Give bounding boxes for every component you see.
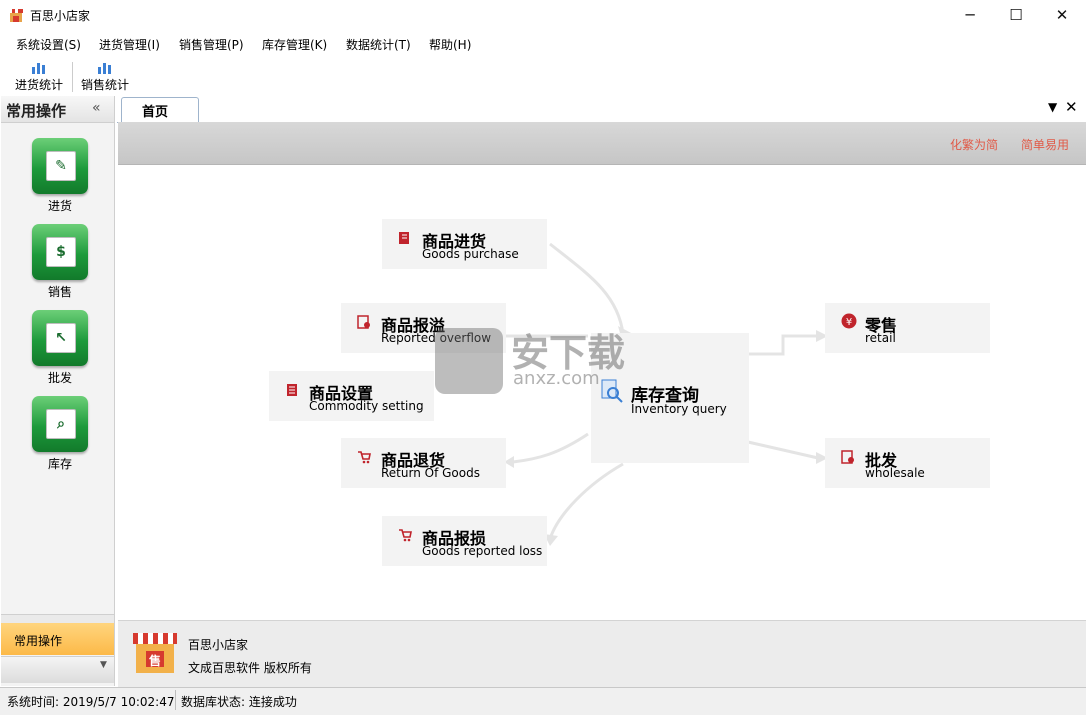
commodity-list-icon <box>287 384 297 396</box>
wholesale-shortcut-button[interactable]: ↖ <box>32 310 88 366</box>
status-system-time: 系统时间: 2019/5/7 10:02:47 <box>7 695 175 709</box>
menu-bar <box>0 31 1086 56</box>
bar-chart-icon <box>32 63 45 74</box>
store-logo-text: 售 <box>148 654 161 668</box>
close-window-button[interactable]: ✕ <box>1039 0 1085 31</box>
menu-data-statistics[interactable]: 数据统计(T) <box>346 36 411 53</box>
footer-app-name: 百思小店家 <box>188 638 249 652</box>
overflow-report-icon <box>357 315 370 329</box>
slogan-banner <box>118 122 1086 165</box>
purchase-stats-label: 进货统计 <box>14 78 63 92</box>
chevron-down-icon[interactable]: ▼ <box>100 660 107 670</box>
bar-chart-icon <box>98 63 111 74</box>
store-app-icon <box>9 9 23 22</box>
card-subtitle: Inventory query <box>631 402 727 416</box>
purchase-shortcut-button[interactable]: ✎ <box>32 138 88 194</box>
wholesale-card[interactable]: 批发 wholesale <box>825 438 990 488</box>
card-subtitle: Goods purchase <box>422 247 519 261</box>
sidebar-item-label[interactable]: 批发 <box>32 369 88 386</box>
yen-coin-icon: ¥ <box>841 313 857 329</box>
status-database: 数据库状态: 连接成功 <box>181 695 297 709</box>
card-subtitle: Commodity setting <box>309 399 424 413</box>
return-of-goods-card[interactable]: 商品退货 Return Of Goods <box>341 438 506 488</box>
goods-reported-loss-card[interactable]: 商品报损 Goods reported loss <box>382 516 547 566</box>
commodity-setting-card[interactable]: 商品设置 Commodity setting <box>269 371 434 421</box>
toolbar-divider <box>72 62 73 92</box>
collapse-sidebar-button[interactable]: « <box>92 100 101 116</box>
watermark-url: anxz.com <box>513 368 600 389</box>
inventory-icon: ⌕ <box>46 409 76 439</box>
window-title: 百思小店家 <box>30 9 91 23</box>
purchase-stats-button[interactable]: 进货统计 <box>14 60 64 94</box>
watermark: 安下载 anxz.com <box>435 318 635 398</box>
title-bar <box>0 0 1086 31</box>
sidebar-item-label[interactable]: 销售 <box>32 283 88 300</box>
card-subtitle: Goods reported loss <box>422 544 543 558</box>
loss-cart-icon <box>399 529 412 542</box>
tab-home-label: 首页 <box>142 105 169 120</box>
menu-sales-management[interactable]: 销售管理(P) <box>179 36 244 53</box>
sales-stats-button[interactable]: 销售统计 <box>80 60 130 94</box>
status-divider <box>175 690 176 710</box>
slogan-easy-to-use: 简单易用 <box>1021 138 1070 152</box>
card-subtitle: retail <box>865 331 896 345</box>
tab-strip <box>117 96 1086 123</box>
maximize-button[interactable]: ☐ <box>993 0 1039 31</box>
menu-purchase-management[interactable]: 进货管理(I) <box>99 36 160 53</box>
sidebar-group-label: 常用操作 <box>14 634 63 648</box>
goods-purchase-card[interactable]: 商品进货 Goods purchase <box>382 219 547 269</box>
sidebar-item-label[interactable]: 库存 <box>32 455 88 472</box>
sales-shortcut-button[interactable]: $ <box>32 224 88 280</box>
sidebar-item-label[interactable]: 进货 <box>32 197 88 214</box>
footer <box>118 620 1086 687</box>
sidebar-title: 常用操作 <box>6 102 67 120</box>
inventory-shortcut-button[interactable]: ⌕ <box>32 396 88 452</box>
tab-list-dropdown-icon[interactable]: ▼ <box>1048 100 1057 114</box>
sidebar-splitter[interactable] <box>1 614 114 623</box>
card-subtitle: wholesale <box>865 466 925 480</box>
return-cart-icon <box>358 451 371 464</box>
footer-copyright: 文成百思软件 版权所有 <box>188 661 312 675</box>
menu-inventory-management[interactable]: 库存管理(K) <box>262 36 327 53</box>
menu-system-settings[interactable]: 系统设置(S) <box>16 36 81 53</box>
purchase-icon: ✎ <box>46 151 76 181</box>
svg-text:¥: ¥ <box>846 317 852 328</box>
wholesale-doc-icon <box>841 450 854 464</box>
wholesale-icon: ↖ <box>46 323 76 353</box>
card-subtitle: Return Of Goods <box>381 466 480 480</box>
sales-icon: $ <box>46 237 76 267</box>
minimize-button[interactable]: ─ <box>947 0 993 31</box>
close-tab-icon[interactable]: ✕ <box>1065 98 1078 116</box>
sales-stats-label: 销售统计 <box>80 78 129 92</box>
purchase-form-icon <box>399 232 409 244</box>
sidebar-overflow-bar[interactable] <box>1 656 114 683</box>
slogan-simplify: 化繁为简 <box>950 138 999 152</box>
toolbar <box>0 56 1086 96</box>
retail-card[interactable]: ¥ 零售 retail <box>825 303 990 353</box>
menu-help[interactable]: 帮助(H) <box>429 36 471 53</box>
